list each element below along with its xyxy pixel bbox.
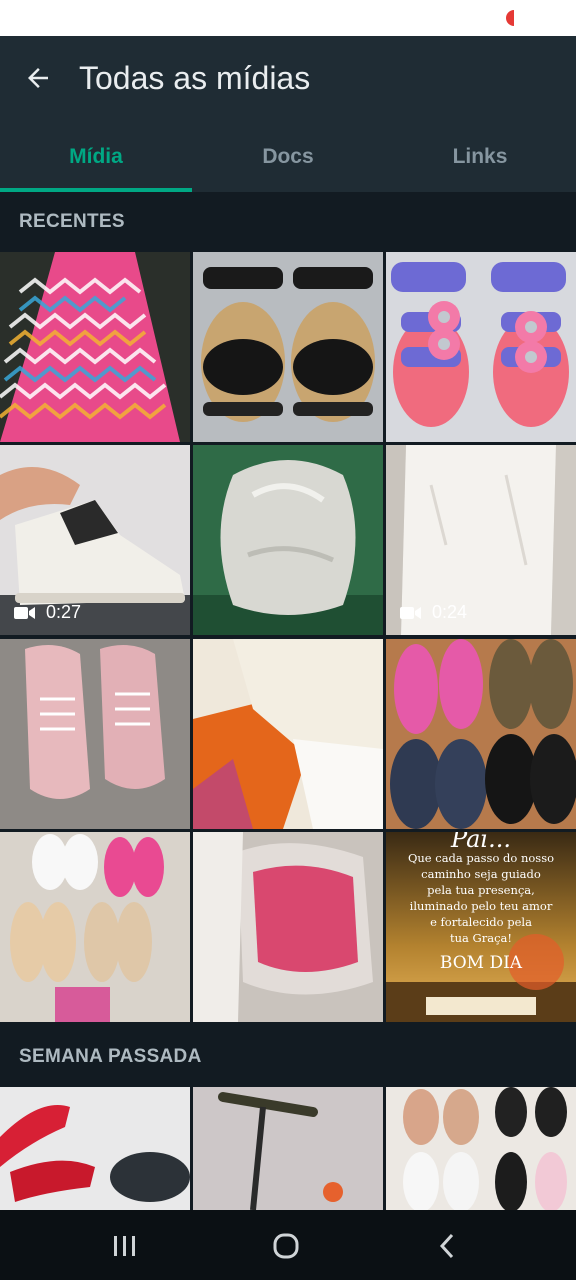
media-thumbnail[interactable] <box>386 1087 576 1210</box>
video-duration-badge: 0:27 <box>14 602 81 623</box>
section-header-recent: RECENTES <box>19 211 125 232</box>
pink-sneakers-image <box>0 639 190 829</box>
greeting-line: tua Graça! <box>450 931 512 945</box>
recent-apps-icon <box>114 1236 135 1256</box>
greeting-line: e fortalecido pela <box>430 915 532 929</box>
greeting-bom-dia: BOM DIA <box>439 953 523 973</box>
greeting-line: caminho seja guiado <box>421 867 541 881</box>
media-thumbnail[interactable] <box>193 1087 383 1210</box>
media-thumbnail[interactable] <box>193 639 383 829</box>
back-button[interactable] <box>18 58 58 98</box>
plastic-bag-image <box>193 445 383 635</box>
media-thumbnail[interactable] <box>0 639 190 829</box>
home-button[interactable] <box>261 1226 311 1266</box>
status-bar <box>0 0 576 36</box>
tab-bar: Mídia Docs Links <box>0 122 576 192</box>
greeting-line: iluminado pelo teu amor <box>409 899 553 913</box>
section-header-last-week: SEMANA PASSADA <box>19 1046 202 1067</box>
girls-shoes-image <box>0 832 190 1022</box>
kids-shoes-image <box>386 639 576 829</box>
system-navigation-bar <box>0 1210 576 1280</box>
greeting-heading: Pai... <box>451 832 511 853</box>
shoes-collection-image <box>386 1087 576 1210</box>
video-thumbnail[interactable]: 0:27 <box>0 445 190 635</box>
media-thumbnail[interactable] <box>0 252 190 442</box>
video-camera-icon <box>400 606 421 619</box>
media-thumbnail[interactable] <box>0 832 190 1022</box>
greeting-line: pela tua presença, <box>427 883 535 897</box>
media-thumbnail[interactable] <box>0 1087 190 1210</box>
back-nav-button[interactable] <box>422 1226 472 1266</box>
home-icon <box>273 1233 299 1259</box>
sandals-image <box>193 252 383 442</box>
tab-media[interactable]: Mídia <box>0 122 192 192</box>
media-thumbnail[interactable] <box>193 252 383 442</box>
media-thumbnail[interactable]: Pai... Que cada passo do nosso caminho s… <box>386 832 576 1022</box>
video-duration: 0:27 <box>46 602 82 622</box>
media-thumbnail[interactable] <box>193 445 383 635</box>
video-duration: 0:24 <box>432 602 468 622</box>
bagged-clothes-image <box>193 832 383 1022</box>
greeting-card-text: Pai... Que cada passo do nosso caminho s… <box>386 832 576 1022</box>
video-camera-icon <box>14 606 35 619</box>
back-nav-icon <box>439 1233 454 1259</box>
video-duration-badge: 0:24 <box>400 602 467 623</box>
tab-docs[interactable]: Docs <box>192 122 384 192</box>
tab-links[interactable]: Links <box>384 122 576 192</box>
arrow-left-icon <box>28 68 48 88</box>
red-shoes-image <box>0 1087 190 1210</box>
media-thumbnail[interactable] <box>193 832 383 1022</box>
greeting-line: Que cada passo do nosso <box>407 851 555 865</box>
scooter-image <box>193 1087 383 1210</box>
video-thumbnail[interactable]: 0:24 <box>386 445 576 635</box>
app-bar: Todas as mídias <box>0 36 576 122</box>
media-thumbnail[interactable] <box>386 639 576 829</box>
clothes-pile-image <box>193 639 383 829</box>
media-thumbnail[interactable] <box>386 252 576 442</box>
notification-dot-icon <box>506 10 514 26</box>
recent-apps-button[interactable] <box>100 1226 150 1266</box>
kids-sandals-image <box>386 252 576 442</box>
dress-image <box>0 252 190 442</box>
page-title: Todas as mídias <box>79 60 311 96</box>
